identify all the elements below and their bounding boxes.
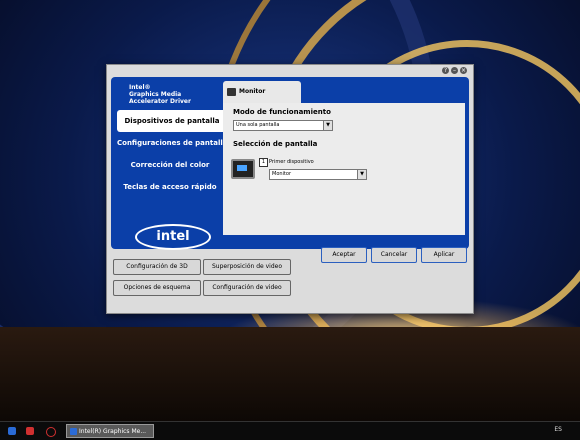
task-label: Intel(R) Graphics Me... xyxy=(79,428,147,435)
record-icon[interactable] xyxy=(46,427,56,437)
chevron-down-icon: ▼ xyxy=(357,170,366,179)
device-label: Primer dispositivo xyxy=(269,159,314,165)
tab-monitor[interactable]: Monitor xyxy=(223,81,301,103)
intel-logo: intel xyxy=(135,224,211,250)
nav-item-display-devices[interactable]: Dispositivos de pantalla xyxy=(117,110,227,132)
start-icon[interactable] xyxy=(8,427,16,435)
selection-title: Selección de pantalla xyxy=(233,140,318,148)
device-select-value: Monitor xyxy=(272,171,292,177)
close-icon[interactable]: × xyxy=(460,67,467,74)
mode-select[interactable]: Una sola pantalla ▼ xyxy=(233,120,333,131)
video-settings-button[interactable]: Configuración de video xyxy=(203,280,291,296)
3d-settings-button[interactable]: Configuración de 3D xyxy=(113,259,201,275)
nav-item-hotkeys[interactable]: Teclas de acceso rápido xyxy=(117,176,223,198)
intel-graphics-window: ? – × Intel® Graphics Media Accelerator … xyxy=(106,64,474,314)
device-number-badge: 1 xyxy=(259,158,268,167)
sidebar-nav: Dispositivos de pantalla Configuraciones… xyxy=(117,110,227,198)
brand-line: Accelerator Driver xyxy=(129,98,191,105)
monitor-icon xyxy=(227,87,236,96)
apply-button[interactable]: Aplicar xyxy=(421,247,467,263)
accept-button[interactable]: Aceptar xyxy=(321,247,367,263)
app-icon[interactable] xyxy=(26,427,34,435)
mode-title: Modo de funcionamiento xyxy=(233,108,331,116)
mode-select-value: Una sola pantalla xyxy=(236,122,280,128)
main-frame: Intel® Graphics Media Accelerator Driver… xyxy=(111,77,469,250)
intel-app-icon xyxy=(70,428,77,435)
nav-item-color-correction[interactable]: Corrección del color xyxy=(117,154,223,176)
display-device-icon xyxy=(231,159,255,179)
brand-title: Intel® Graphics Media Accelerator Driver xyxy=(129,84,221,105)
minimize-icon[interactable]: – xyxy=(451,67,458,74)
video-overlay-button[interactable]: Superposición de video xyxy=(203,259,291,275)
cancel-button[interactable]: Cancelar xyxy=(371,247,417,263)
tab-label: Monitor xyxy=(239,88,266,95)
language-indicator[interactable]: ES xyxy=(554,426,562,433)
brand-line: Graphics Media xyxy=(129,91,182,98)
chevron-down-icon: ▼ xyxy=(323,121,332,130)
scheme-options-button[interactable]: Opciones de esquema xyxy=(113,280,201,296)
taskbar-item-intel[interactable]: Intel(R) Graphics Me... xyxy=(66,424,154,438)
taskbar: Intel(R) Graphics Me... ES xyxy=(0,421,580,440)
content-panel: Modo de funcionamiento Una sola pantalla… xyxy=(223,103,465,235)
device-select[interactable]: Monitor ▼ xyxy=(269,169,367,180)
window-controls: ? – × xyxy=(442,67,467,74)
help-icon[interactable]: ? xyxy=(442,67,449,74)
nav-item-display-settings[interactable]: Configuraciones de pantalla xyxy=(117,132,223,154)
brand-line: Intel® xyxy=(129,84,151,91)
